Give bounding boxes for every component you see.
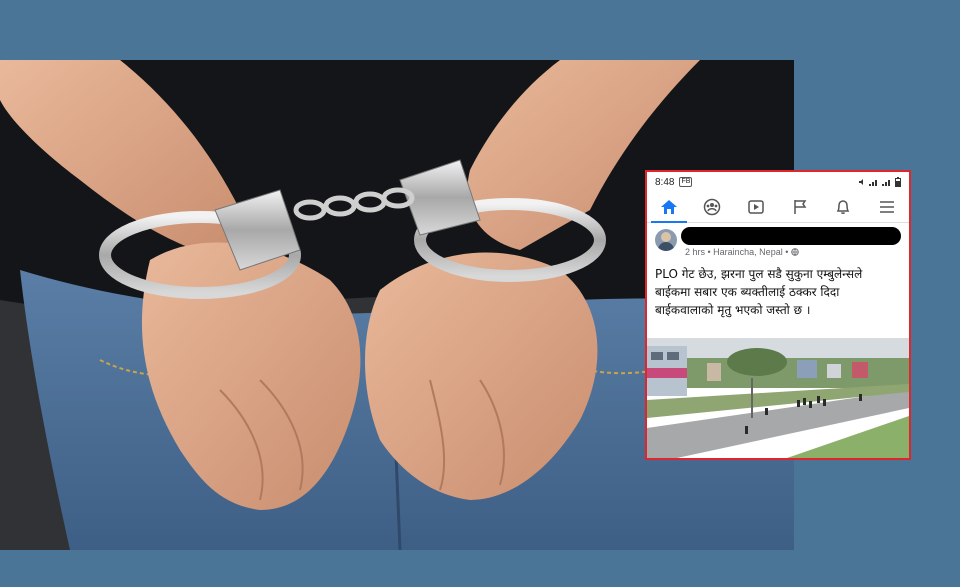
post-time-location: 2 hrs • Haraincha, Nepal • xyxy=(685,247,799,257)
signal-2-icon xyxy=(882,180,890,186)
pages-icon xyxy=(794,200,807,214)
mute-icon xyxy=(859,179,863,185)
groups-icon xyxy=(704,198,721,216)
post-image-road-scene[interactable] xyxy=(647,338,909,458)
signal-icon xyxy=(869,180,877,186)
battery-icon xyxy=(895,177,901,187)
bell-icon xyxy=(837,200,850,214)
menu-icon xyxy=(880,201,895,213)
nav-groups[interactable] xyxy=(700,195,724,219)
nav-menu[interactable] xyxy=(875,195,899,219)
status-icons xyxy=(858,177,901,187)
globe-icon xyxy=(791,248,799,256)
post-time-location-text: 2 hrs • Haraincha, Nepal • xyxy=(685,247,791,257)
status-bar: 8:48 FB xyxy=(647,172,909,192)
nav-watch[interactable] xyxy=(744,195,768,219)
home-icon xyxy=(660,200,677,214)
status-tag: FB xyxy=(679,177,693,187)
author-avatar[interactable] xyxy=(655,229,677,251)
status-time: 8:48 xyxy=(655,176,675,188)
facebook-nav-bar xyxy=(647,192,909,223)
post-text: PLO गेट छेउ, झरना पुल सडै सुकुना एम्बुले… xyxy=(655,267,863,317)
nav-home[interactable] xyxy=(650,195,687,223)
watch-icon xyxy=(748,200,764,214)
nav-pages[interactable] xyxy=(788,195,812,219)
nav-notifications[interactable] xyxy=(831,195,855,219)
road-scene-illustration xyxy=(647,338,909,458)
facebook-post-screenshot: 8:48 FB 2 hrs • Haraincha, Nepal • PLO ग… xyxy=(645,170,911,460)
redacted-author-name xyxy=(681,227,901,245)
post-header: 2 hrs • Haraincha, Nepal • xyxy=(647,223,909,257)
